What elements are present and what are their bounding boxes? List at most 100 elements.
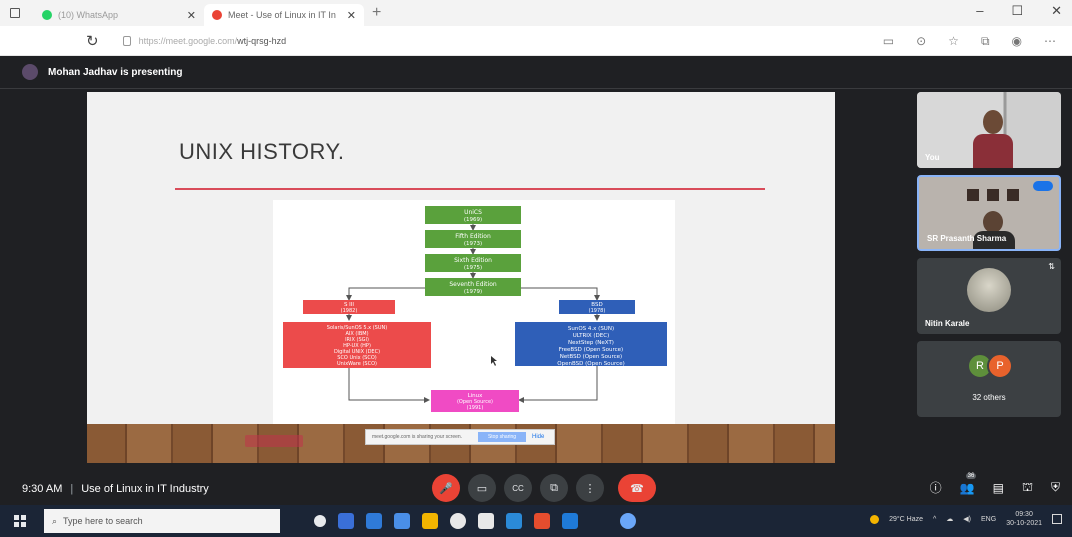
url-host: https://meet.google.com/ bbox=[138, 35, 238, 46]
slide-rule bbox=[175, 188, 765, 190]
minimize-button[interactable]: – bbox=[976, 3, 983, 19]
pin-icon[interactable]: ⇅ bbox=[1048, 262, 1055, 271]
connector bbox=[346, 287, 425, 301]
node-label: Fifth Edition bbox=[455, 233, 491, 240]
store-icon[interactable] bbox=[366, 513, 382, 529]
tab-meet[interactable]: Meet - Use of Linux in IT In ✕ bbox=[204, 4, 364, 26]
more-options-icon[interactable] bbox=[1033, 181, 1053, 191]
maximize-button[interactable]: ☐ bbox=[1011, 3, 1023, 19]
people-count-badge: 36 bbox=[965, 472, 977, 479]
participant-name: SR Prasanth Sharma bbox=[927, 234, 1007, 243]
node-sixth-edition: Sixth Edition (1975) bbox=[425, 254, 521, 272]
screen-share-bar: meet.google.com is sharing your screen. … bbox=[365, 429, 555, 445]
meeting-side-controls: ⓘ 36 👥 ▤ ⛫ ⛨ bbox=[930, 472, 1060, 496]
hide-share-bar-button[interactable]: Hide bbox=[532, 434, 554, 440]
app-icon[interactable] bbox=[620, 513, 636, 529]
participant-tile-you[interactable]: You bbox=[917, 92, 1061, 168]
others-avatars: R P bbox=[967, 353, 1013, 379]
search-placeholder: Type here to search bbox=[63, 516, 143, 526]
separator: | bbox=[70, 483, 74, 495]
mic-off-icon[interactable]: 🎤 bbox=[432, 474, 460, 502]
tray-arrow-icon[interactable]: ^ bbox=[933, 516, 936, 523]
settings-more-icon[interactable]: ⋯ bbox=[1044, 34, 1056, 49]
derivative-item: FreeBSD (Open Source) bbox=[559, 347, 623, 353]
dropbox-icon[interactable] bbox=[394, 513, 410, 529]
url-field[interactable]: https://meet.google.com/wtj-qrsg-hzd bbox=[139, 36, 287, 46]
chat-icon[interactable]: ▤ bbox=[993, 481, 1004, 495]
node-sub: (1973) bbox=[464, 241, 482, 247]
taskbar-clock[interactable]: 09:30 30-10-2021 bbox=[1006, 510, 1042, 528]
profile-icon[interactable]: ◉ bbox=[1012, 34, 1022, 49]
node-unics: UniCS (1969) bbox=[425, 206, 521, 224]
windows-taskbar: ⌕ Type here to search 29°C Haze ^ ☁ ◀) E… bbox=[0, 505, 1072, 537]
shared-slide: UNIX HISTORY. UniCS (1969) Fifth Edition… bbox=[87, 92, 835, 463]
node-system-iii: S III (1982) bbox=[303, 300, 395, 314]
screen: (10) WhatsApp ✕ Meet - Use of Linux in I… bbox=[0, 0, 1072, 537]
camera-permission-icon[interactable]: ▭ bbox=[883, 34, 894, 49]
office-icon[interactable] bbox=[534, 513, 550, 529]
meeting-info: 9:30 AM | Use of Linux in IT Industry bbox=[22, 483, 209, 495]
lock-icon[interactable] bbox=[122, 35, 131, 46]
reload-icon[interactable]: ↻ bbox=[86, 32, 99, 50]
bag-icon[interactable] bbox=[478, 513, 494, 529]
zoom-icon[interactable]: ⊙ bbox=[916, 34, 926, 49]
node-seventh-edition: Seventh Edition (1979) bbox=[425, 278, 521, 296]
url-path: wtj-qrsg-hzd bbox=[237, 35, 287, 46]
info-icon[interactable]: ⓘ bbox=[930, 479, 942, 496]
close-tab-icon[interactable]: ✕ bbox=[347, 9, 356, 22]
node-sub: (1991) bbox=[467, 405, 484, 411]
participant-tile-nitin[interactable]: ⇅ Nitin Karale bbox=[917, 258, 1061, 334]
present-icon[interactable]: ⧉ bbox=[540, 474, 568, 502]
file-explorer-icon[interactable] bbox=[422, 513, 438, 529]
captions-icon[interactable]: CC bbox=[504, 474, 532, 502]
camera-icon[interactable]: ▭ bbox=[468, 474, 496, 502]
node-sub: (1979) bbox=[464, 289, 482, 295]
unix-diagram-svg: UniCS (1969) Fifth Edition (1973) Sixth … bbox=[283, 206, 667, 412]
node-label: Sixth Edition bbox=[454, 257, 492, 264]
node-fifth-edition: Fifth Edition (1973) bbox=[425, 230, 521, 248]
volume-icon[interactable]: ◀) bbox=[963, 515, 971, 523]
node-label: UniCS bbox=[464, 209, 482, 216]
close-window-button[interactable]: ✕ bbox=[1051, 3, 1062, 19]
lang-indicator[interactable]: ENG bbox=[981, 516, 996, 523]
notification-icon[interactable] bbox=[1052, 514, 1062, 524]
derivative-item: UnixWare (SCO) bbox=[337, 361, 377, 367]
others-count: 32 others bbox=[972, 393, 1006, 402]
stop-sharing-button[interactable]: Stop sharing bbox=[478, 432, 526, 442]
tab-whatsapp[interactable]: (10) WhatsApp ✕ bbox=[34, 4, 204, 26]
window-menu-icon[interactable] bbox=[10, 8, 20, 18]
pinned-apps bbox=[314, 513, 636, 529]
favorites-icon[interactable]: ☆ bbox=[948, 34, 959, 49]
derivative-item: ULTRIX (DEC) bbox=[573, 333, 610, 339]
slide-floor-image: meet.google.com is sharing your screen. … bbox=[87, 424, 835, 463]
participant-tile-sr[interactable]: SR Prasanth Sharma bbox=[917, 175, 1061, 251]
slide-title: UNIX HISTORY. bbox=[179, 139, 345, 164]
activities-icon[interactable]: ⛫ bbox=[1022, 480, 1033, 496]
taskbar-search[interactable]: ⌕ Type here to search bbox=[44, 509, 280, 533]
people-button[interactable]: 36 👥 bbox=[960, 472, 977, 495]
weather-text[interactable]: 29°C Haze bbox=[889, 516, 923, 523]
node-sub: (1969) bbox=[464, 217, 482, 223]
call-controls: 🎤 ▭ CC ⧉ ⋮ ☎ bbox=[432, 474, 656, 502]
chrome-icon[interactable] bbox=[450, 513, 466, 529]
address-bar: ↻ https://meet.google.com/wtj-qrsg-hzd ▭… bbox=[0, 26, 1072, 56]
participant-tile-others[interactable]: R P 32 others bbox=[917, 341, 1061, 417]
hang-up-icon[interactable]: ☎ bbox=[618, 474, 656, 502]
close-tab-icon[interactable]: ✕ bbox=[187, 9, 196, 22]
shield-icon[interactable]: ⛨ bbox=[1051, 480, 1060, 495]
slide-floor-mark bbox=[245, 435, 303, 447]
explorer-icon[interactable] bbox=[562, 513, 578, 529]
new-tab-button[interactable]: + bbox=[372, 4, 381, 22]
avatar: P bbox=[987, 353, 1013, 379]
weather-icon bbox=[870, 514, 880, 524]
edge-icon[interactable] bbox=[506, 513, 522, 529]
node-sub: (1978) bbox=[589, 308, 606, 314]
more-options-icon[interactable]: ⋮ bbox=[576, 474, 604, 502]
task-view-icon[interactable] bbox=[338, 513, 354, 529]
meet-stage: Mohan Jadhav is presenting UNIX HISTORY. bbox=[0, 56, 1072, 505]
network-icon[interactable]: ☁ bbox=[946, 515, 953, 523]
cortana-icon[interactable] bbox=[314, 515, 326, 527]
collections-icon[interactable]: ⧉ bbox=[981, 34, 990, 49]
presenter-text: Mohan Jadhav is presenting bbox=[48, 66, 183, 78]
windows-start-icon[interactable] bbox=[14, 515, 26, 527]
